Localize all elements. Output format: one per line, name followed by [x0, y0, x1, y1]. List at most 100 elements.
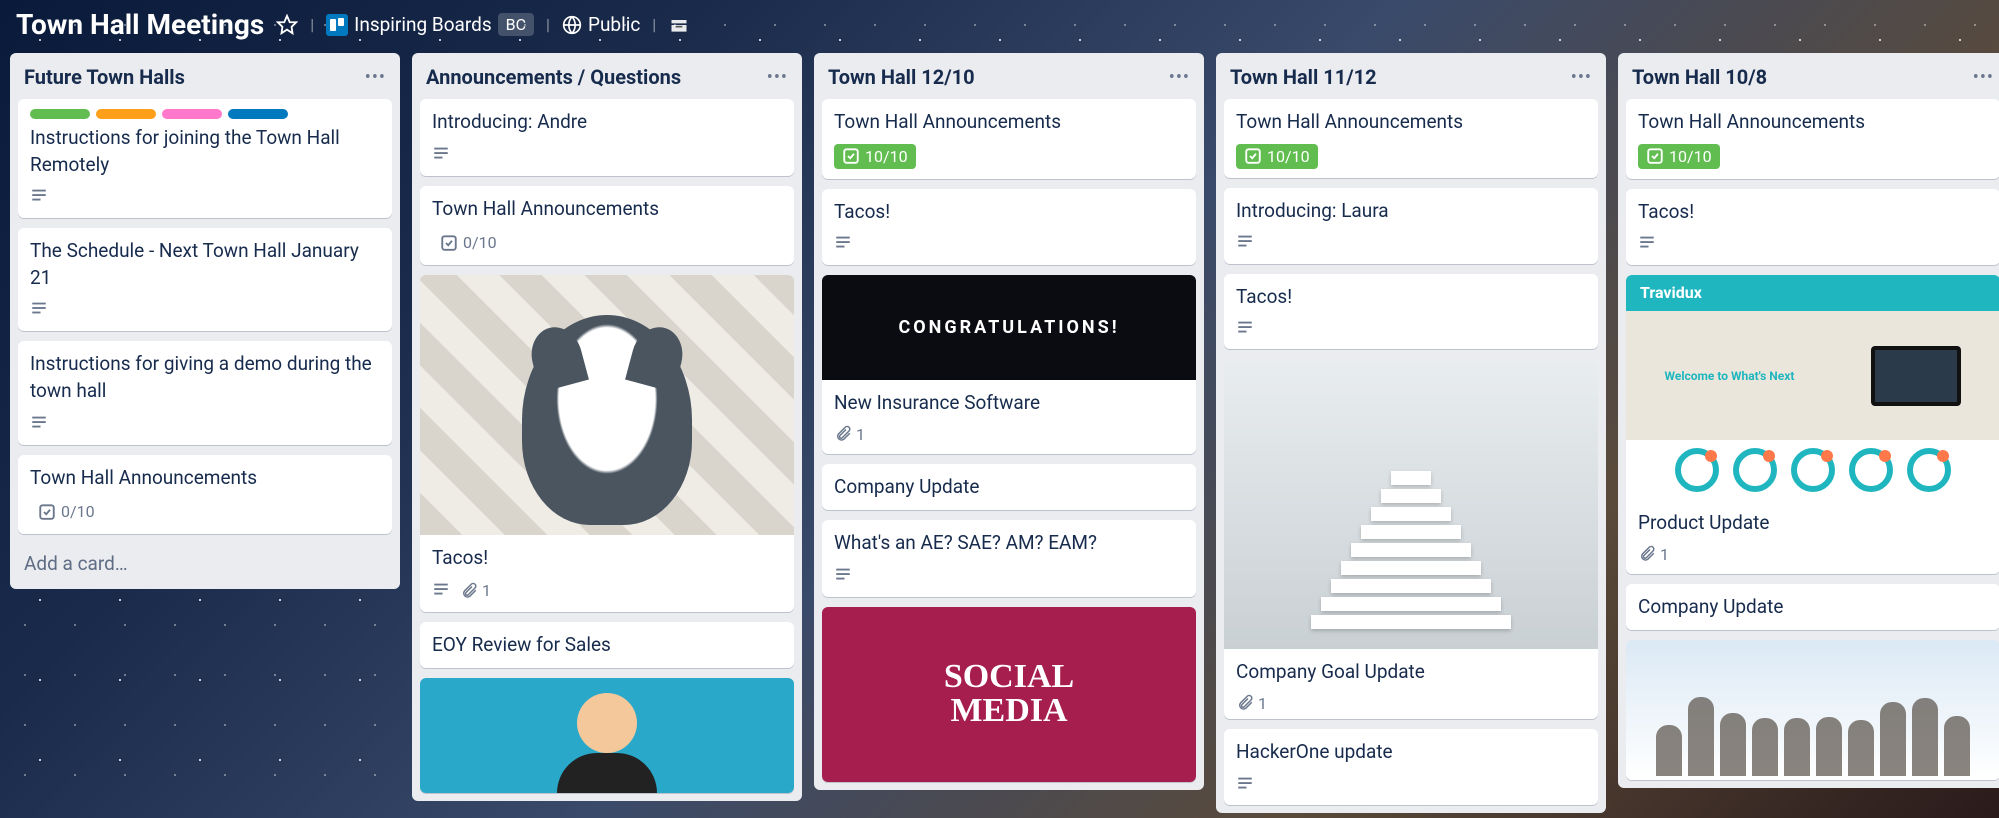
card-badges	[30, 186, 380, 208]
card[interactable]: HackerOne update	[1224, 729, 1598, 805]
card-title: The Schedule - Next Town Hall January 21	[30, 238, 380, 291]
list: Town Hall 10/8 ••• Town Hall Announcemen…	[1618, 53, 1999, 788]
card[interactable]: Town Hall Announcements 10/10	[1224, 99, 1598, 178]
description-icon	[834, 233, 852, 255]
card[interactable]: Town Hall Announcements 0/10	[420, 186, 794, 266]
card[interactable]: Company Goal Update1	[1224, 359, 1598, 719]
card-badges: 1	[432, 580, 782, 602]
card-title: Introducing: Andre	[432, 109, 782, 136]
card-badges: 0/10	[432, 230, 782, 255]
card[interactable]: Town Hall Announcements 10/10	[1626, 99, 1999, 179]
card-title: Company Update	[1638, 594, 1988, 621]
card-title: Town Hall Announcements	[834, 109, 1184, 136]
card[interactable]: EOY Review for Sales	[420, 622, 794, 669]
description-icon	[432, 580, 450, 602]
card-cover: Travidux Welcome to What's Next	[1626, 275, 1999, 500]
card[interactable]: Company Update	[1626, 584, 1999, 631]
drawer-icon[interactable]	[668, 15, 690, 35]
card-badges: 10/10	[834, 144, 1184, 169]
list-title: Town Hall 10/8	[1632, 65, 1767, 89]
card-badges	[1638, 233, 1988, 255]
globe-icon	[562, 15, 582, 35]
card-title: Tacos!	[1236, 284, 1586, 311]
list-menu-button[interactable]: •••	[1973, 67, 1994, 88]
list-menu-button[interactable]: •••	[767, 67, 788, 88]
card-title: Tacos!	[834, 199, 1184, 226]
separator: |	[310, 15, 314, 34]
card[interactable]: The Schedule - Next Town Hall January 21	[18, 228, 392, 331]
list-header: Announcements / Questions •••	[412, 53, 802, 99]
description-icon	[1236, 232, 1254, 254]
card[interactable]: Introducing: Laura	[1224, 188, 1598, 264]
card[interactable]: Tacos!	[1224, 274, 1598, 350]
card-title: Product Update	[1638, 510, 1988, 537]
list-menu-button[interactable]: •••	[1169, 67, 1190, 88]
workspace-badge: BC	[498, 13, 534, 36]
workspace-button[interactable]: Inspiring Boards BC	[326, 13, 534, 36]
label-pink	[162, 109, 222, 119]
card[interactable]: Tacos!	[1626, 189, 1999, 266]
card-cover	[420, 678, 794, 793]
card-title: Instructions for giving a demo during th…	[30, 351, 380, 404]
list-title: Town Hall 12/10	[828, 65, 975, 89]
card[interactable]: Introducing: Andre	[420, 99, 794, 176]
board-title: Town Hall Meetings	[16, 8, 264, 41]
card-title: Tacos!	[1638, 199, 1988, 226]
card[interactable]	[1626, 640, 1999, 780]
list-cards: Town Hall Announcements 10/10 Tacos! Travi…	[1618, 99, 1999, 788]
label-orange	[96, 109, 156, 119]
card-cover	[1224, 359, 1598, 649]
card-title: EOY Review for Sales	[432, 632, 782, 659]
card-title: Tacos!	[432, 545, 782, 572]
card[interactable]: SOCIALMEDIA	[822, 607, 1196, 782]
list-menu-button[interactable]: •••	[1571, 67, 1592, 88]
card[interactable]: Travidux Welcome to What's Next Product …	[1626, 275, 1999, 574]
card-title: New Insurance Software	[834, 390, 1184, 417]
card[interactable]: Instructions for giving a demo during th…	[18, 341, 392, 444]
cover-text: CONGRATULATIONS!	[898, 317, 1119, 338]
attachment-badge: 1	[1236, 694, 1267, 713]
list-title: Future Town Halls	[24, 65, 185, 89]
card[interactable]: Tacos!	[822, 189, 1196, 266]
card-badges	[1236, 774, 1586, 796]
list-header: Future Town Halls •••	[10, 53, 400, 99]
card[interactable]: Tacos! 1	[420, 275, 794, 612]
card-badges: 10/10	[1236, 144, 1586, 169]
card[interactable]: Town Hall Announcements 0/10	[18, 455, 392, 535]
add-card-button[interactable]: Add a card…	[10, 542, 400, 589]
card-title: Town Hall Announcements	[1638, 109, 1988, 136]
label-blue	[228, 109, 288, 119]
card-title: Town Hall Announcements	[30, 465, 380, 492]
description-icon	[30, 413, 48, 435]
card[interactable]: What's an AE? SAE? AM? EAM?	[822, 520, 1196, 597]
description-icon	[1236, 318, 1254, 340]
card-cover: SOCIALMEDIA	[822, 607, 1196, 782]
checklist-badge: 10/10	[834, 144, 916, 169]
card-title: Town Hall Announcements	[1236, 109, 1586, 136]
checklist-badge: 10/10	[1236, 144, 1318, 169]
card[interactable]: Company Update	[822, 464, 1196, 511]
visibility-button[interactable]: Public	[562, 13, 640, 36]
list-cards: Introducing: Andre Town Hall Announcement…	[412, 99, 802, 801]
list-title: Announcements / Questions	[426, 65, 681, 89]
visibility-label: Public	[588, 13, 640, 36]
card[interactable]	[420, 678, 794, 793]
checklist-badge: 10/10	[1638, 144, 1720, 169]
card-badges	[30, 413, 380, 435]
card-title: Town Hall Announcements	[432, 196, 782, 223]
card[interactable]: CONGRATULATIONS!New Insurance Software1	[822, 275, 1196, 454]
card[interactable]: Instructions for joining the Town Hall R…	[18, 99, 392, 218]
card-badges: 0/10	[30, 499, 380, 524]
card[interactable]: Town Hall Announcements 10/10	[822, 99, 1196, 179]
description-icon	[1236, 774, 1254, 796]
list-header: Town Hall 11/12 •••	[1216, 53, 1606, 99]
star-icon[interactable]	[276, 14, 298, 36]
card-title: Instructions for joining the Town Hall R…	[30, 125, 380, 178]
card-badges	[1236, 232, 1586, 254]
card-badges: 1	[1236, 694, 1586, 713]
checklist-badge: 0/10	[432, 230, 505, 255]
card-cover: CONGRATULATIONS!	[822, 275, 1196, 380]
list-menu-button[interactable]: •••	[365, 67, 386, 88]
card-title: What's an AE? SAE? AM? EAM?	[834, 530, 1184, 557]
card-badges: 1	[1638, 545, 1988, 564]
